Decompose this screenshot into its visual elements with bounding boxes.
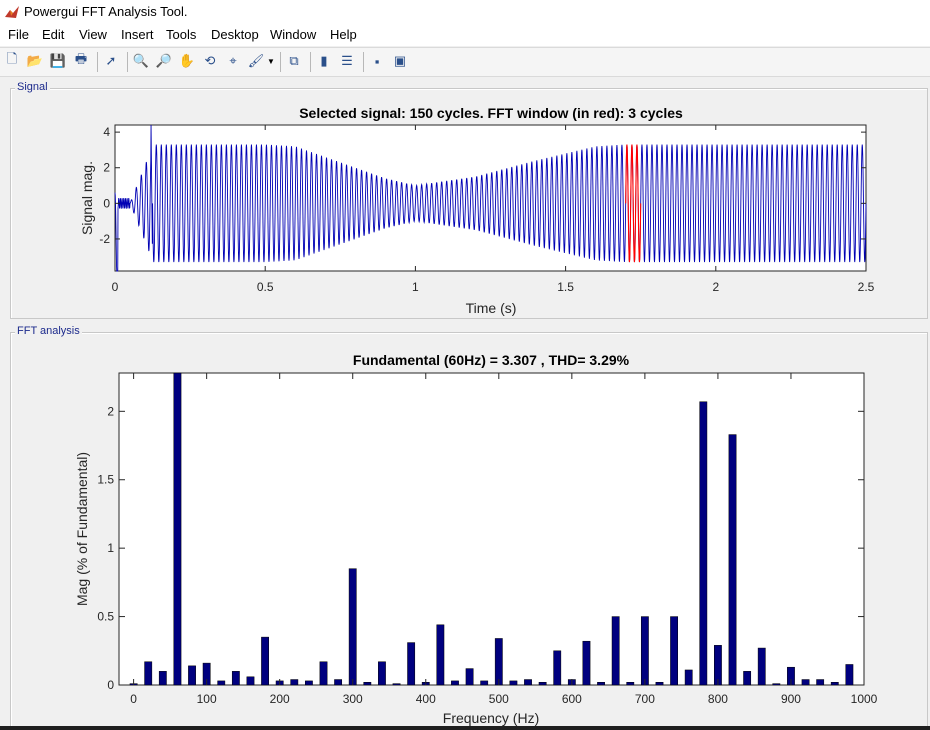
print-icon: 🖶 bbox=[74, 51, 88, 66]
data-cursor-icon: ⌖ bbox=[229, 53, 237, 68]
pan-hand-icon: ✋ bbox=[178, 53, 196, 68]
save-button[interactable]: 💾 bbox=[49, 52, 67, 70]
zoom-out-icon: 🔎 bbox=[155, 53, 173, 68]
rotate-3d-icon: ⟲ bbox=[204, 53, 216, 68]
toolbar-separator bbox=[363, 52, 364, 72]
toolbar-separator bbox=[310, 52, 311, 72]
title-bar: Powergui FFT Analysis Tool. bbox=[0, 0, 930, 24]
legend-icon: ☰ bbox=[341, 53, 353, 68]
hide-plot-tools-icon: ▪ bbox=[374, 53, 380, 69]
colorbar-icon: ▮ bbox=[320, 53, 328, 68]
pointer-button[interactable]: ➚ bbox=[102, 52, 120, 70]
toolbar-separator bbox=[127, 52, 128, 72]
menu-help[interactable]: Help bbox=[330, 27, 357, 42]
menu-window[interactable]: Window bbox=[270, 27, 316, 42]
colorbar-button[interactable]: ▮ bbox=[315, 52, 333, 70]
menu-insert[interactable]: Insert bbox=[121, 27, 154, 42]
rotate-3d-button[interactable]: ⟲ bbox=[201, 52, 219, 70]
menu-tools[interactable]: Tools bbox=[166, 27, 196, 42]
pan-hand-button[interactable]: ✋ bbox=[178, 52, 196, 70]
toolbar-separator bbox=[97, 52, 98, 72]
zoom-in-button[interactable]: 🔍 bbox=[132, 52, 150, 70]
figure-toolbar: 🗋 📂 💾 🖶 ➚ 🔍 🔎 ✋ ⟲ ⌖ 🖌 ▼ ⧉ ▮ ☰ ▪ ▣ bbox=[0, 47, 930, 77]
data-cursor-button[interactable]: ⌖ bbox=[224, 52, 242, 70]
new-file-icon: 🗋 bbox=[6, 51, 18, 66]
open-folder-icon: 📂 bbox=[26, 53, 44, 68]
open-folder-button[interactable]: 📂 bbox=[26, 52, 44, 70]
new-file-button[interactable]: 🗋 bbox=[3, 51, 21, 70]
print-button[interactable]: 🖶 bbox=[72, 51, 90, 70]
brush-button[interactable]: 🖌 bbox=[247, 52, 265, 70]
brush-icon: 🖌 bbox=[247, 53, 265, 68]
signal-panel-title: Signal bbox=[15, 81, 50, 93]
legend-button[interactable]: ☰ bbox=[338, 52, 356, 70]
menu-view[interactable]: View bbox=[79, 27, 107, 42]
matlab-app-icon bbox=[4, 4, 20, 20]
pointer-icon: ➚ bbox=[105, 53, 117, 68]
menu-bar: File Edit View Insert Tools Desktop Wind… bbox=[0, 24, 930, 46]
menu-desktop[interactable]: Desktop bbox=[211, 27, 259, 42]
link-plot-button[interactable]: ⧉ bbox=[285, 52, 303, 70]
show-plot-tools-icon: ▣ bbox=[393, 53, 407, 68]
zoom-out-button[interactable]: 🔎 bbox=[155, 52, 173, 70]
hide-plot-tools-button[interactable]: ▪ bbox=[368, 52, 386, 70]
window-title: Powergui FFT Analysis Tool. bbox=[24, 4, 188, 19]
fft-panel bbox=[10, 332, 928, 730]
signal-panel bbox=[10, 88, 928, 319]
menu-file[interactable]: File bbox=[8, 27, 29, 42]
save-icon: 💾 bbox=[49, 53, 67, 68]
link-plot-icon: ⧉ bbox=[289, 53, 299, 68]
fft-panel-title: FFT analysis bbox=[15, 325, 82, 337]
show-plot-tools-button[interactable]: ▣ bbox=[391, 52, 409, 70]
brush-dropdown-arrow-icon[interactable]: ▼ bbox=[267, 57, 275, 66]
window-bottom-edge bbox=[0, 726, 930, 730]
toolbar-separator bbox=[280, 52, 281, 72]
zoom-in-icon: 🔍 bbox=[132, 53, 150, 68]
menu-edit[interactable]: Edit bbox=[42, 27, 64, 42]
